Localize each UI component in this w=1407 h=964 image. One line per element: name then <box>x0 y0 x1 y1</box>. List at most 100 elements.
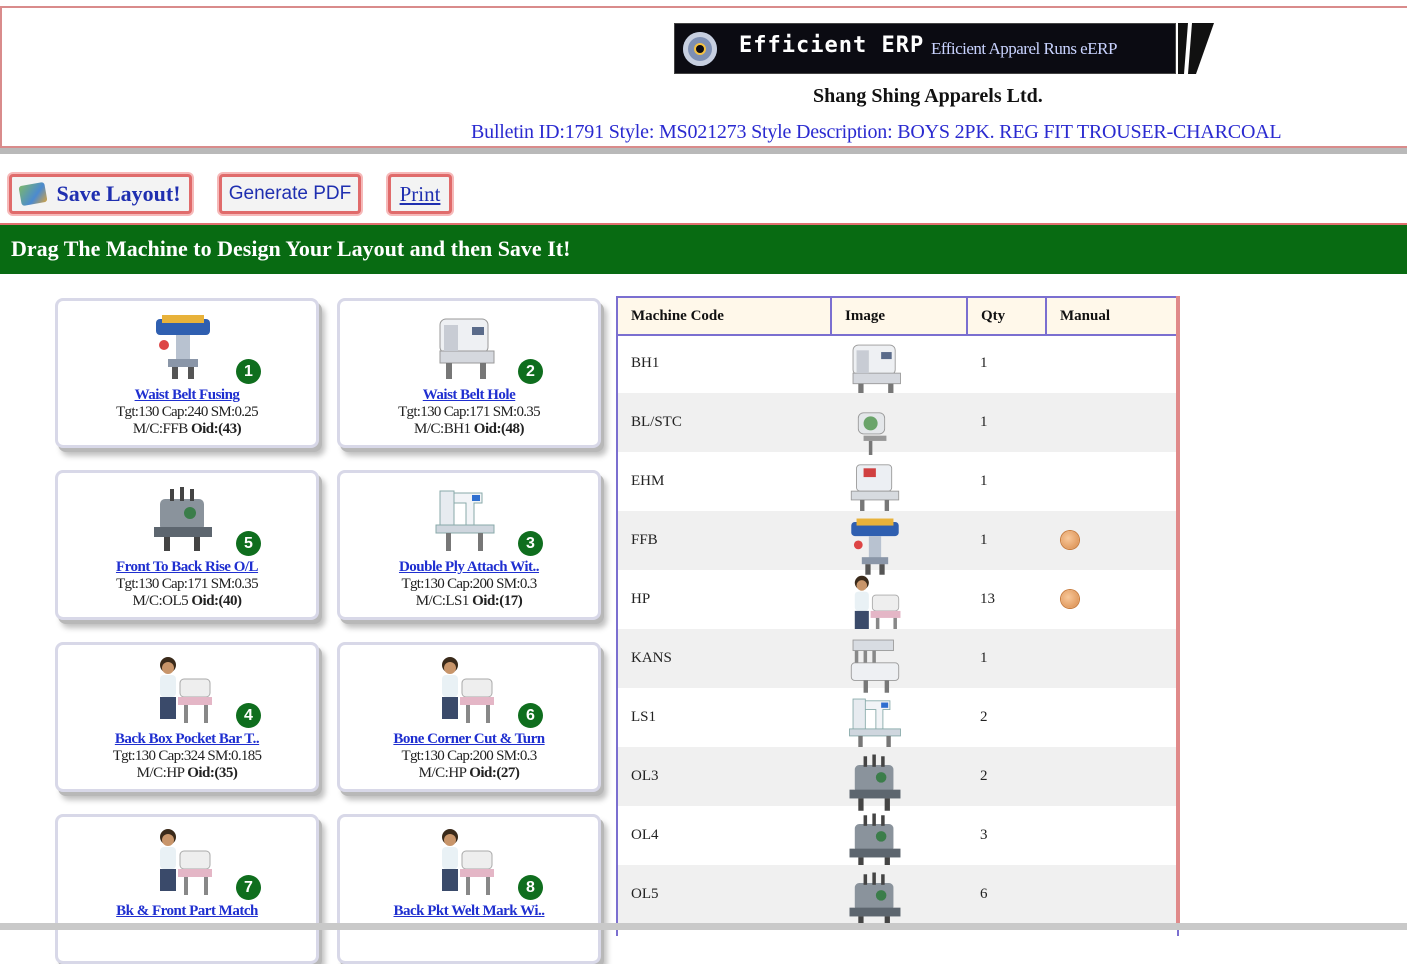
press-machine-icon <box>150 311 216 381</box>
machine-code: M/C:FFB <box>132 421 188 437</box>
operation-link[interactable]: Waist Belt Hole <box>340 387 598 404</box>
machine-card[interactable]: 8 Back Pkt Welt Mark Wi.. <box>337 814 601 964</box>
machine-summary-table: Machine Code Image Qty Manual BH1 1 BL/STC… <box>616 296 1179 936</box>
table-row: BH1 1 <box>618 334 1177 398</box>
machine-card[interactable]: 6 Bone Corner Cut & Turn Tgt:130 Cap:200 S… <box>337 642 601 792</box>
table-row: BL/STC 1 <box>618 393 1177 455</box>
machine-code-cell: OL3 <box>631 768 659 784</box>
overlock-machine-icon <box>846 869 904 929</box>
manual-hand-icon[interactable] <box>1061 531 1079 549</box>
sequence-badge: 1 <box>236 359 261 384</box>
machine-card[interactable]: 3 Double Ply Attach Wit.. Tgt:130 Cap:200 … <box>337 470 601 620</box>
qty-cell: 3 <box>980 827 988 843</box>
horizontal-scrollbar[interactable] <box>0 923 1407 930</box>
qty-cell: 1 <box>980 414 988 430</box>
machine-order-text: M/C:FFB Oid:(43) <box>58 421 316 438</box>
operation-link[interactable]: Bone Corner Cut & Turn <box>340 731 598 748</box>
press-machine-icon <box>846 515 904 575</box>
table-row: HP 13 <box>618 570 1177 634</box>
table-row: OL4 3 <box>618 806 1177 870</box>
qty-cell: 1 <box>980 473 988 489</box>
machine-code: M/C:OL5 <box>132 593 189 609</box>
save-layout-label: Save Layout! <box>56 181 181 206</box>
qty-cell: 2 <box>980 709 988 725</box>
order-id: Oid:(43) <box>190 421 242 437</box>
operation-link[interactable]: Double Ply Attach Wit.. <box>340 559 598 576</box>
sequence-badge: 4 <box>236 703 261 728</box>
save-layout-button[interactable]: Save Layout! <box>9 174 192 214</box>
helper-person-icon <box>150 655 216 725</box>
operation-link[interactable]: Back Pkt Welt Mark Wi.. <box>340 903 598 920</box>
header-qty: Qty <box>968 298 1047 334</box>
qty-cell: 6 <box>980 886 988 902</box>
header-image: Image <box>832 298 968 334</box>
eyelet-machine-icon <box>846 456 904 514</box>
sequence-badge: 2 <box>518 359 543 384</box>
header-machine-code: Machine Code <box>618 298 832 334</box>
qty-cell: 1 <box>980 355 988 371</box>
machine-card[interactable]: 4 Back Box Pocket Bar T.. Tgt:130 Cap:324 … <box>55 642 319 792</box>
machine-card[interactable]: 7 Bk & Front Part Match <box>55 814 319 964</box>
machine-card[interactable]: 1 Waist Belt Fusing Tgt:130 Cap:240 SM:0.2… <box>55 298 319 448</box>
print-button[interactable]: Print <box>388 174 452 214</box>
target-capacity-text: Tgt:130 Cap:200 SM:0.3 <box>401 748 537 764</box>
sequence-badge: 8 <box>518 875 543 900</box>
target-capacity-text: Tgt:130 Cap:324 SM:0.185 <box>112 748 262 764</box>
machine-code: M/C:HP <box>136 765 185 781</box>
generate-pdf-button[interactable]: Generate PDF <box>219 174 361 214</box>
machine-code-cell: LS1 <box>631 709 657 725</box>
kansai-machine-icon <box>846 633 904 693</box>
table-row: LS1 2 <box>618 688 1177 752</box>
lockstitch-machine-icon <box>846 692 904 752</box>
company-name: Shang Shing Apparels Ltd. <box>813 85 1043 107</box>
machine-order-text: M/C:OL5 Oid:(40) <box>58 593 316 610</box>
overlock-machine-icon <box>150 483 216 553</box>
lockstitch-machine-icon <box>432 483 498 553</box>
order-id: Oid:(35) <box>187 765 238 781</box>
operation-link[interactable]: Back Box Pocket Bar T.. <box>58 731 316 748</box>
helper-person-icon <box>432 827 498 897</box>
header-divider <box>0 146 1407 154</box>
buttonhole-machine-icon <box>846 338 904 398</box>
machine-order-text: M/C:BH1 Oid:(48) <box>340 421 598 438</box>
target-capacity-text: Tgt:130 Cap:200 SM:0.3 <box>401 576 537 592</box>
order-id: Oid:(17) <box>472 593 523 609</box>
sequence-badge: 5 <box>236 531 261 556</box>
machine-card[interactable]: 2 Waist Belt Hole Tgt:130 Cap:171 SM:0.35 M… <box>337 298 601 448</box>
sequence-badge: 3 <box>518 531 543 556</box>
machine-code-cell: KANS <box>631 650 672 666</box>
order-id: Oid:(27) <box>469 765 520 781</box>
operation-link[interactable]: Bk & Front Part Match <box>58 903 316 920</box>
qty-cell: 1 <box>980 650 988 666</box>
machine-code: M/C:LS1 <box>415 593 470 609</box>
machine-code-cell: FFB <box>631 532 658 548</box>
machine-code-cell: BL/STC <box>631 414 682 430</box>
manual-hand-icon[interactable] <box>1061 590 1079 608</box>
buttonhole-machine-icon <box>432 311 498 381</box>
operation-link[interactable]: Front To Back Rise O/L <box>58 559 316 576</box>
table-header: Machine Code Image Qty Manual <box>618 298 1177 336</box>
table-row: EHM 1 <box>618 452 1177 514</box>
target-capacity-text: Tgt:130 Cap:171 SM:0.35 <box>398 404 541 420</box>
logo-tagline: Efficient Apparel Runs eERP <box>931 39 1117 58</box>
order-id: Oid:(40) <box>191 593 242 609</box>
helper-person-icon <box>846 574 904 634</box>
operation-link[interactable]: Waist Belt Fusing <box>58 387 316 404</box>
header-manual: Manual <box>1060 308 1111 324</box>
table-row: FFB 1 <box>618 511 1177 575</box>
qty-cell: 1 <box>980 532 988 548</box>
helper-person-icon <box>150 827 216 897</box>
target-capacity-text: Tgt:130 Cap:171 SM:0.35 <box>116 576 259 592</box>
table-row: KANS 1 <box>618 629 1177 693</box>
save-icon <box>18 181 49 207</box>
order-id: Oid:(48) <box>473 421 525 437</box>
machine-code-cell: BH1 <box>631 355 660 371</box>
logo-title: Efficient ERP <box>739 33 925 58</box>
overlock-machine-icon <box>846 751 904 811</box>
target-capacity-text: Tgt:130 Cap:240 SM:0.25 <box>116 404 259 420</box>
machine-code-cell: HP <box>631 591 651 607</box>
blindstitch-machine-icon <box>846 397 904 455</box>
machine-card[interactable]: 5 Front To Back Rise O/L Tgt:130 Cap:171 S… <box>55 470 319 620</box>
machine-code: M/C:BH1 <box>414 421 471 437</box>
instruction-bar: Drag The Machine to Design Your Layout a… <box>0 223 1407 274</box>
